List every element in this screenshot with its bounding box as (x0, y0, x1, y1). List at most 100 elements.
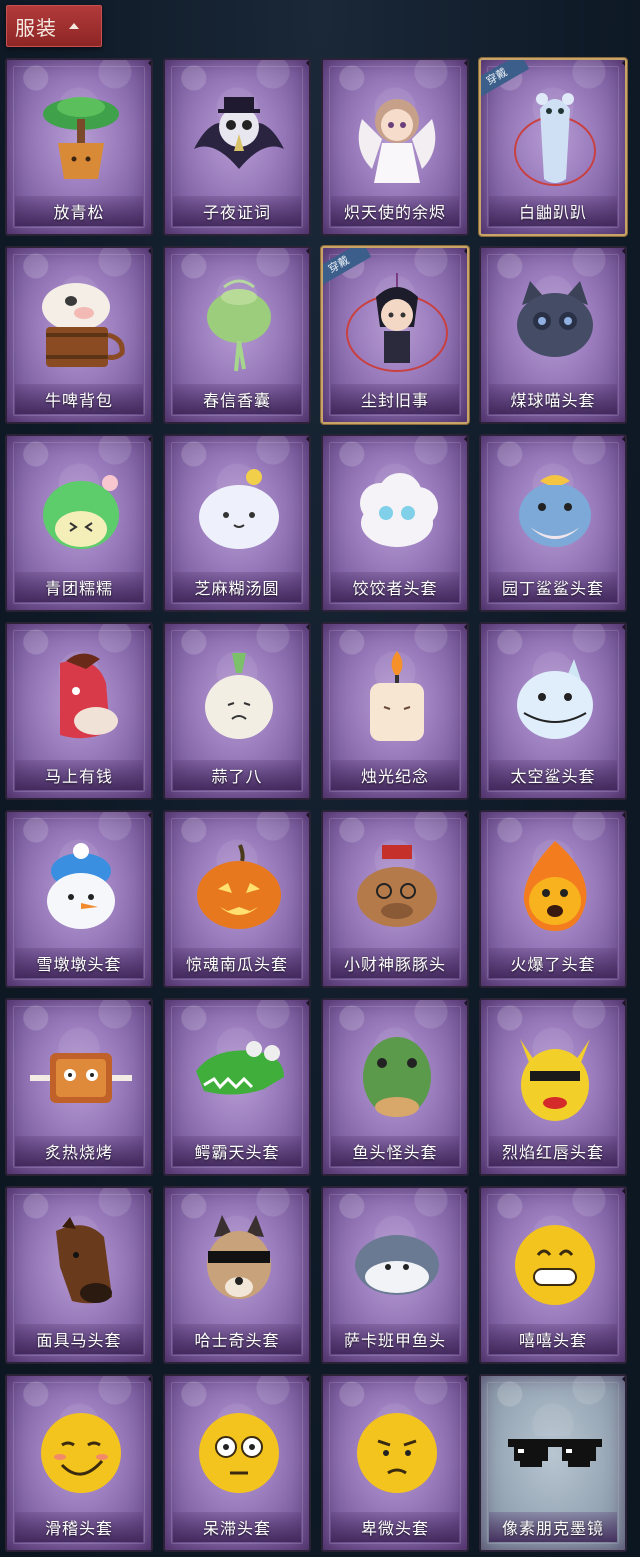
costume-name: 青团糯糯 (44, 579, 113, 598)
costume-card[interactable]: 蒜了八 (163, 622, 311, 800)
costume-card[interactable]: 面具马头套 (5, 1186, 153, 1364)
costume-name: 白鼬趴趴 (518, 203, 587, 222)
costume-name: 煤球喵头套 (510, 391, 596, 410)
costume-name-bar: 哈士奇头套 (173, 1324, 301, 1354)
costume-name-bar: 芝麻糊汤圆 (173, 572, 301, 602)
costume-name-bar: 白鼬趴趴 (489, 196, 617, 226)
pixel-sunglasses-icon (495, 1390, 615, 1510)
horse-mask-icon (21, 1202, 141, 1322)
costume-name: 尘封旧事 (360, 391, 429, 410)
costume-card[interactable]: 芝麻糊汤圆 (163, 434, 311, 612)
snowman-reindeer-icon (21, 826, 141, 946)
costume-name: 哈士奇头套 (194, 1331, 280, 1350)
costume-card[interactable]: 嘻嘻头套 (479, 1186, 627, 1364)
costume-card[interactable]: 煤球喵头套 (479, 246, 627, 424)
angel-girl-icon (337, 74, 457, 194)
red-horse-head-icon (21, 638, 141, 758)
costume-name: 萨卡班甲鱼头 (343, 1331, 446, 1350)
costume-name: 面具马头套 (36, 1331, 122, 1350)
costume-name: 鳄霸天头套 (194, 1143, 280, 1162)
costume-name-bar: 萨卡班甲鱼头 (331, 1324, 459, 1354)
husky-sunglasses-icon (179, 1202, 299, 1322)
costume-card[interactable]: 子夜证词 (163, 58, 311, 236)
costume-name-bar: 卑微头套 (331, 1512, 459, 1542)
cow-beer-mug-icon (21, 262, 141, 382)
costume-name: 春信香囊 (202, 391, 271, 410)
costume-card[interactable]: 烈焰红唇头套 (479, 998, 627, 1176)
costume-name: 园丁鲨鲨头套 (501, 579, 604, 598)
costume-name-bar: 烛光纪念 (331, 760, 459, 790)
costume-card[interactable]: 烛光纪念 (321, 622, 469, 800)
costume-name: 太空鲨头套 (510, 767, 596, 786)
costume-name-bar: 烈焰红唇头套 (489, 1136, 617, 1166)
gardener-shark-icon (495, 450, 615, 570)
costume-name-bar: 饺饺者头套 (331, 572, 459, 602)
pikachu-lips-icon (495, 1014, 615, 1134)
costume-name: 炙热烧烤 (44, 1143, 113, 1162)
costume-name-bar: 小财神豚豚头 (331, 948, 459, 978)
white-dumpling-flower-icon (179, 450, 299, 570)
costume-card[interactable]: 牛啤背包 (5, 246, 153, 424)
costume-card[interactable]: 雪墩墩头套 (5, 810, 153, 988)
costume-card[interactable]: 青团糯糯 (5, 434, 153, 612)
costume-name-bar: 雪墩墩头套 (15, 948, 143, 978)
costume-name-bar: 尘封旧事 (331, 384, 459, 414)
garlic-head-icon (179, 638, 299, 758)
costume-name: 像素朋克墨镜 (501, 1519, 604, 1538)
costume-name: 蒜了八 (211, 767, 263, 786)
costume-name-bar: 牛啤背包 (15, 384, 143, 414)
costume-card[interactable]: 饺饺者头套 (321, 434, 469, 612)
costume-card[interactable]: 像素朋克墨镜 (479, 1374, 627, 1552)
costume-card[interactable]: 鳄霸天头套 (163, 998, 311, 1176)
humble-emoji-icon (337, 1390, 457, 1510)
costume-card[interactable]: 哈士奇头套 (163, 1186, 311, 1364)
costume-name-bar: 呆滞头套 (173, 1512, 301, 1542)
costume-name: 小财神豚豚头 (343, 955, 446, 974)
costume-card[interactable]: 穿戴 白鼬趴趴 (479, 58, 627, 236)
costume-name: 雪墩墩头套 (36, 955, 122, 974)
costume-name-bar: 嘻嘻头套 (489, 1324, 617, 1354)
costume-card[interactable]: 太空鲨头套 (479, 622, 627, 800)
costume-card[interactable]: 火爆了头套 (479, 810, 627, 988)
costume-name-bar: 炽天使的余烬 (331, 196, 459, 226)
stare-emoji-icon (179, 1390, 299, 1510)
costume-card[interactable]: 小财神豚豚头 (321, 810, 469, 988)
costume-name-bar: 青团糯糯 (15, 572, 143, 602)
costume-category-tab[interactable]: 服装 (6, 5, 102, 47)
costume-name-bar: 惊魂南瓜头套 (173, 948, 301, 978)
costume-name: 饺饺者头套 (352, 579, 438, 598)
costume-card[interactable]: 鱼头怪头套 (321, 998, 469, 1176)
capybara-fortune-icon (337, 826, 457, 946)
costume-name-bar: 滑稽头套 (15, 1512, 143, 1542)
costume-card[interactable]: 惊魂南瓜头套 (163, 810, 311, 988)
costume-name: 马上有钱 (44, 767, 113, 786)
grin-emoji-icon (495, 1202, 615, 1322)
costume-name-bar: 蒜了八 (173, 760, 301, 790)
costume-card[interactable]: 炽天使的余烬 (321, 58, 469, 236)
costume-name-bar: 像素朋克墨镜 (489, 1512, 617, 1542)
costume-card[interactable]: 滑稽头套 (5, 1374, 153, 1552)
space-shark-head-icon (495, 638, 615, 758)
costume-card[interactable]: 萨卡班甲鱼头 (321, 1186, 469, 1364)
costume-name-bar: 园丁鲨鲨头套 (489, 572, 617, 602)
costume-name: 子夜证词 (202, 203, 271, 222)
costume-card[interactable]: 穿戴 尘封旧事 (321, 246, 469, 424)
costume-name: 呆滞头套 (202, 1519, 271, 1538)
costume-card[interactable]: 放青松 (5, 58, 153, 236)
costume-card[interactable]: 春信香囊 (163, 246, 311, 424)
costume-card[interactable]: 园丁鲨鲨头套 (479, 434, 627, 612)
costume-card[interactable]: 呆滞头套 (163, 1374, 311, 1552)
sacabambaspis-icon (337, 1202, 457, 1322)
costume-name: 烈焰红唇头套 (501, 1143, 604, 1162)
costume-name-bar: 煤球喵头套 (489, 384, 617, 414)
cloud-dumpling-head-icon (337, 450, 457, 570)
costume-name: 牛啤背包 (44, 391, 113, 410)
bonsai-pine-icon (21, 74, 141, 194)
costume-name: 滑稽头套 (44, 1519, 113, 1538)
costume-card[interactable]: 炙热烧烤 (5, 998, 153, 1176)
costume-name-bar: 春信香囊 (173, 384, 301, 414)
candle-head-icon (337, 638, 457, 758)
fish-head-mask-icon (337, 1014, 457, 1134)
costume-card[interactable]: 卑微头套 (321, 1374, 469, 1552)
costume-card[interactable]: 马上有钱 (5, 622, 153, 800)
